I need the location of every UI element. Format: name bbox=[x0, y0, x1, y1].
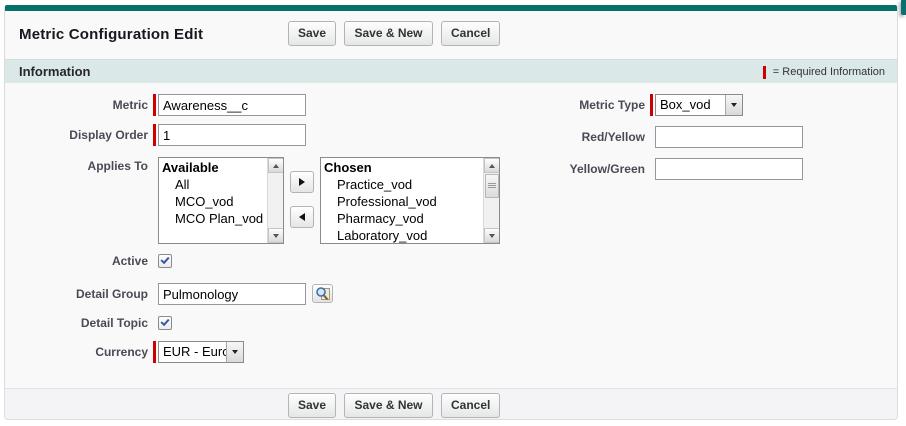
page-title: Metric Configuration Edit bbox=[19, 26, 203, 43]
lookup-icon bbox=[315, 286, 331, 301]
dropdown-button[interactable] bbox=[725, 95, 742, 115]
detail-group-label: Detail Group bbox=[11, 283, 153, 301]
metric-type-selected-value: Box_vod bbox=[656, 95, 725, 115]
display-order-label: Display Order bbox=[11, 124, 153, 142]
metric-configuration-panel: Metric Configuration Edit Save Save & Ne… bbox=[4, 5, 898, 420]
display-order-field-row: Display Order bbox=[11, 124, 541, 146]
yellow-green-field-row: Yellow/Green bbox=[550, 158, 895, 180]
required-marker-icon bbox=[153, 341, 156, 363]
scrollbar-thumb[interactable] bbox=[485, 174, 499, 198]
required-marker-icon bbox=[763, 66, 766, 79]
currency-select[interactable]: EUR - Euro bbox=[158, 341, 244, 363]
currency-selected-value: EUR - Euro bbox=[159, 342, 226, 362]
right-arrow-icon bbox=[299, 178, 305, 186]
save-button[interactable]: Save bbox=[288, 393, 336, 418]
applies-to-label: Applies To bbox=[11, 157, 153, 173]
scroll-up-icon[interactable] bbox=[484, 158, 500, 173]
active-checkbox[interactable] bbox=[158, 254, 172, 268]
list-item[interactable]: All bbox=[159, 176, 267, 193]
available-scrollbar[interactable] bbox=[267, 158, 283, 243]
metric-label: Metric bbox=[11, 94, 153, 112]
red-yellow-label: Red/Yellow bbox=[550, 126, 650, 144]
chosen-group-header: Chosen bbox=[321, 159, 483, 176]
scroll-up-icon[interactable] bbox=[268, 158, 284, 173]
currency-field-row: Currency EUR - Euro bbox=[11, 341, 541, 363]
chevron-down-icon bbox=[232, 350, 238, 354]
list-item[interactable]: Laboratory_vod bbox=[321, 227, 483, 243]
dropdown-button[interactable] bbox=[226, 342, 243, 362]
metric-type-label: Metric Type bbox=[550, 94, 650, 112]
metric-type-field-row: Metric Type Box_vod bbox=[550, 94, 895, 116]
checkbox-check-icon bbox=[160, 255, 169, 264]
cancel-button[interactable]: Cancel bbox=[441, 393, 500, 418]
list-item[interactable]: Professional_vod bbox=[321, 193, 483, 210]
background-window-edge bbox=[901, 0, 906, 15]
scroll-down-icon[interactable] bbox=[268, 228, 284, 243]
metric-field-row: Metric bbox=[11, 94, 541, 116]
metric-input[interactable] bbox=[158, 94, 306, 116]
detail-group-lookup-button[interactable] bbox=[312, 284, 333, 303]
detail-group-input[interactable] bbox=[158, 283, 306, 305]
required-info-legend: = Required Information bbox=[763, 60, 885, 84]
list-item[interactable]: MCO_vod bbox=[159, 193, 267, 210]
display-order-input[interactable] bbox=[158, 124, 306, 146]
page-header: Metric Configuration Edit Save Save & Ne… bbox=[5, 11, 897, 59]
section-title: Information bbox=[19, 64, 91, 79]
information-section-header: Information = Required Information bbox=[5, 59, 897, 83]
chosen-scrollbar[interactable] bbox=[483, 158, 499, 243]
red-yellow-input[interactable] bbox=[655, 126, 803, 148]
top-button-row: Save Save & New Cancel bbox=[288, 21, 504, 46]
move-left-button[interactable] bbox=[290, 206, 314, 228]
required-marker-icon bbox=[153, 124, 156, 146]
list-item[interactable]: Pharmacy_vod bbox=[321, 210, 483, 227]
list-item[interactable]: Practice_vod bbox=[321, 176, 483, 193]
save-and-new-button[interactable]: Save & New bbox=[344, 393, 432, 418]
detail-topic-label: Detail Topic bbox=[11, 315, 153, 330]
form-right-column: Metric Type Box_vod Red/Yellow Yellow/Gr… bbox=[550, 94, 895, 180]
red-yellow-field-row: Red/Yellow bbox=[550, 126, 895, 148]
available-group-header: Available bbox=[159, 159, 267, 176]
move-right-button[interactable] bbox=[290, 171, 314, 193]
currency-label: Currency bbox=[11, 341, 153, 359]
active-field-row: Active bbox=[11, 253, 541, 268]
required-marker-icon bbox=[650, 94, 653, 116]
cancel-button[interactable]: Cancel bbox=[441, 21, 500, 46]
active-label: Active bbox=[11, 253, 153, 268]
scroll-down-icon[interactable] bbox=[484, 228, 500, 243]
required-marker-icon bbox=[153, 94, 156, 116]
bottom-button-bar: Save Save & New Cancel bbox=[5, 388, 897, 419]
form-area: Metric Display Order Applies To bbox=[5, 83, 897, 389]
checkbox-check-icon bbox=[160, 317, 169, 326]
move-buttons bbox=[290, 171, 314, 228]
detail-group-field-row: Detail Group bbox=[11, 283, 541, 305]
left-arrow-icon bbox=[299, 213, 305, 221]
form-left-column: Metric Display Order Applies To bbox=[11, 94, 541, 363]
yellow-green-input[interactable] bbox=[655, 158, 803, 180]
chevron-down-icon bbox=[731, 103, 737, 107]
required-legend-text: = Required Information bbox=[773, 66, 885, 78]
chosen-listbox[interactable]: Chosen Practice_vod Professional_vod Pha… bbox=[320, 157, 500, 244]
detail-topic-field-row: Detail Topic bbox=[11, 315, 541, 330]
save-button[interactable]: Save bbox=[288, 21, 336, 46]
detail-topic-checkbox[interactable] bbox=[158, 316, 172, 330]
list-item[interactable]: MCO Plan_vod bbox=[159, 210, 267, 227]
save-and-new-button[interactable]: Save & New bbox=[344, 21, 432, 46]
metric-type-select[interactable]: Box_vod bbox=[655, 94, 743, 116]
bottom-button-row: Save Save & New Cancel bbox=[288, 393, 504, 418]
yellow-green-label: Yellow/Green bbox=[550, 158, 650, 176]
applies-to-field-row: Applies To Available All MCO_vod MCO Pla… bbox=[11, 157, 541, 244]
available-listbox[interactable]: Available All MCO_vod MCO Plan_vod bbox=[158, 157, 284, 244]
